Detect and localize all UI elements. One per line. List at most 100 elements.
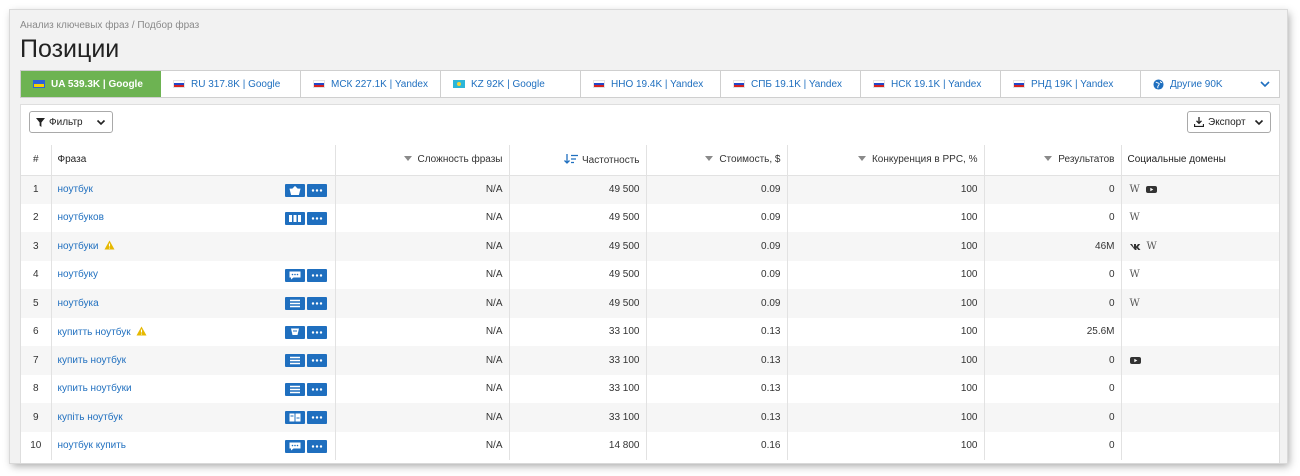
frequency-cell: 49 500 xyxy=(509,260,647,289)
phrase-link[interactable]: купитть ноутбук xyxy=(58,327,131,338)
chat-icon[interactable] xyxy=(284,268,305,282)
cart-icon[interactable] xyxy=(284,325,305,339)
phrase-link[interactable]: ноутбуки xyxy=(58,241,99,252)
row-number: 10 xyxy=(21,431,52,460)
region-tabs: UA 539.3K | Google RU 317.8K | Google МСК … xyxy=(20,70,1280,98)
tab-label: UA 539.3K | Google xyxy=(51,78,143,90)
column-num: # xyxy=(21,145,52,176)
wikipedia-icon[interactable]: W xyxy=(1130,298,1140,309)
difficulty-cell: N/A xyxy=(335,289,510,318)
row-number: 4 xyxy=(21,260,52,289)
competition-cell: 100 xyxy=(787,260,985,289)
filter-label: Фильтр xyxy=(49,116,83,128)
youtube-icon[interactable] xyxy=(1129,356,1141,365)
region-tab[interactable]: Другие 90K xyxy=(1141,71,1279,97)
chevron-down-icon xyxy=(1254,119,1264,126)
list-icon[interactable] xyxy=(284,354,305,367)
difficulty-cell: N/A xyxy=(335,403,510,432)
youtube-icon[interactable] xyxy=(1145,185,1157,194)
more-icon[interactable] xyxy=(306,297,327,310)
difficulty-cell: N/A xyxy=(335,232,510,261)
social-cell: W xyxy=(1121,232,1279,261)
table-row: 10 ноутбук купить N/A 14 800 0.16 100 0 xyxy=(21,431,1279,460)
phrase-link[interactable]: ноутбука xyxy=(58,298,99,309)
column-label: Конкуренция в PPC, % xyxy=(871,154,978,166)
chat-icon[interactable] xyxy=(284,439,305,453)
wikipedia-icon[interactable]: W xyxy=(1130,184,1140,195)
column-results[interactable]: Результатов xyxy=(984,145,1122,176)
competition-cell: 100 xyxy=(787,431,985,460)
region-tab[interactable]: МСК 227.1K | Yandex xyxy=(301,71,441,97)
more-icon[interactable] xyxy=(306,183,327,197)
phrase-cell: ноутбуков xyxy=(51,203,336,232)
columns-icon[interactable] xyxy=(284,211,305,225)
column-label: Сложность фразы xyxy=(417,154,503,166)
social-domains: W xyxy=(1128,298,1274,309)
sort-descending-icon xyxy=(564,153,578,164)
social-domains: W xyxy=(1128,241,1274,252)
export-button[interactable]: Экспорт xyxy=(1187,111,1271,133)
phrase-link[interactable]: ноутбуку xyxy=(58,269,99,280)
more-icon[interactable] xyxy=(306,439,327,453)
region-tab[interactable]: СПБ 19.1K | Yandex xyxy=(721,71,861,97)
region-tab[interactable]: UA 539.3K | Google xyxy=(21,71,161,97)
region-tab[interactable]: ННО 19.4K | Yandex xyxy=(581,71,721,97)
phrase-link[interactable]: купить ноутбуки xyxy=(58,383,132,394)
phrase-cell: купитть ноутбук xyxy=(51,317,336,346)
column-cost[interactable]: Стоимость, $ xyxy=(646,145,788,176)
phrase-link[interactable]: купить ноутбук xyxy=(58,355,127,366)
more-icon[interactable] xyxy=(306,354,327,367)
tab-label: НСК 19.1K | Yandex xyxy=(891,78,982,90)
phrase-link[interactable]: ноутбук купить xyxy=(58,440,127,451)
more-icon[interactable] xyxy=(306,211,327,225)
table-row: 7 купить ноутбук N/A 33 100 0.13 100 0 xyxy=(21,346,1279,375)
frequency-cell: 49 500 xyxy=(509,175,647,204)
region-tab[interactable]: НСК 19.1K | Yandex xyxy=(861,71,1001,97)
results-cell: 0 xyxy=(984,403,1122,432)
row-actions xyxy=(284,354,327,367)
wikipedia-icon[interactable]: W xyxy=(1130,269,1140,280)
frequency-cell: 49 500 xyxy=(509,203,647,232)
wikipedia-icon[interactable]: W xyxy=(1130,212,1140,223)
cost-cell: 0.09 xyxy=(646,289,788,318)
filter-button[interactable]: Фильтр xyxy=(29,111,113,133)
cards-icon[interactable] xyxy=(284,411,305,424)
tab-label: МСК 227.1K | Yandex xyxy=(331,78,428,90)
list-icon[interactable] xyxy=(284,297,305,310)
phrase-link[interactable]: купіть ноутбук xyxy=(58,412,123,423)
page-title: Позиции xyxy=(20,35,120,63)
difficulty-cell: N/A xyxy=(335,346,510,375)
phrase-link[interactable]: ноутбуков xyxy=(58,212,104,223)
cost-cell: 0.09 xyxy=(646,203,788,232)
region-tab[interactable]: KZ 92K | Google xyxy=(441,71,581,97)
list-icon[interactable] xyxy=(284,382,305,396)
row-actions xyxy=(284,439,327,453)
breadcrumb[interactable]: Анализ ключевых фраз / Подбор фраз xyxy=(20,20,199,31)
column-difficulty[interactable]: Сложность фразы xyxy=(335,145,510,176)
basket-icon[interactable] xyxy=(284,183,305,197)
app-window: Анализ ключевых фраз / Подбор фраз Позиц… xyxy=(10,10,1287,463)
competition-cell: 100 xyxy=(787,232,985,261)
more-icon[interactable] xyxy=(306,268,327,282)
download-icon xyxy=(1194,117,1204,127)
chevron-down-icon[interactable] xyxy=(1259,78,1271,90)
table-row: 8 купить ноутбуки N/A 33 100 0.13 100 0 xyxy=(21,374,1279,403)
difficulty-cell: N/A xyxy=(335,317,510,346)
wikipedia-icon[interactable]: W xyxy=(1147,241,1157,252)
phrase-cell: ноутбука xyxy=(51,289,336,318)
column-phrase[interactable]: Фраза xyxy=(51,145,336,176)
cost-cell: 0.09 xyxy=(646,175,788,204)
column-competition[interactable]: Конкуренция в PPC, % xyxy=(787,145,985,176)
social-cell: W xyxy=(1121,261,1279,290)
region-tab[interactable]: РНД 19K | Yandex xyxy=(1001,71,1141,97)
more-icon[interactable] xyxy=(306,411,327,424)
region-tab[interactable]: RU 317.8K | Google xyxy=(161,71,301,97)
results-cell: 0 xyxy=(984,289,1122,318)
vk-icon[interactable] xyxy=(1129,242,1141,251)
column-frequency[interactable]: Частотность xyxy=(509,145,647,176)
more-icon[interactable] xyxy=(306,325,327,339)
phrase-link[interactable]: ноутбук xyxy=(58,184,93,195)
more-icon[interactable] xyxy=(306,382,327,396)
frequency-cell: 33 100 xyxy=(509,374,647,403)
social-domains: W xyxy=(1128,184,1274,195)
